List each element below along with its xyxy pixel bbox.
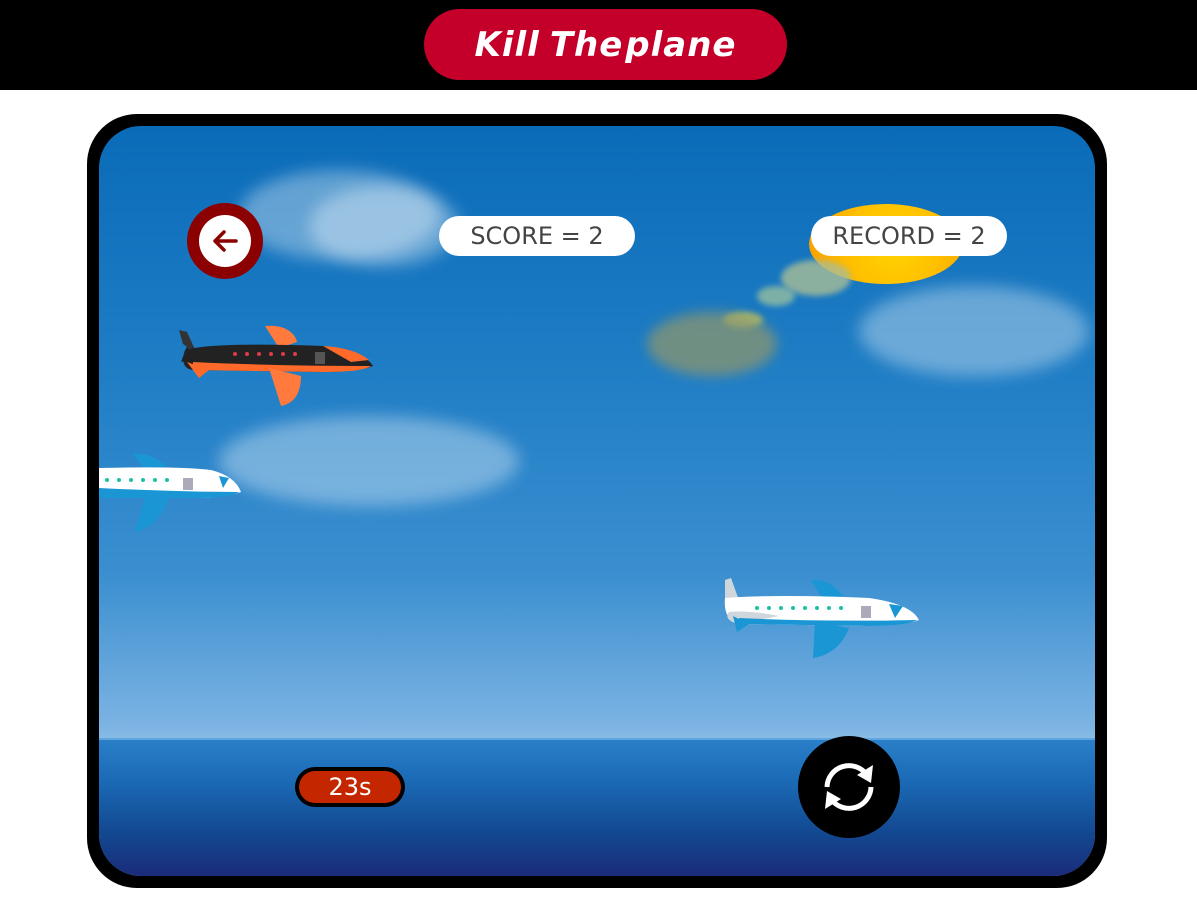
sea — [99, 740, 1095, 876]
top-bar: Kill The plane — [0, 0, 1197, 90]
cloud — [859, 286, 1089, 376]
cloud — [219, 416, 519, 506]
cloud — [309, 186, 459, 266]
logo-text: Kill The plane — [424, 9, 787, 80]
cloud-puff — [757, 286, 795, 306]
record-display: RECORD = 2 — [811, 216, 1007, 256]
back-button[interactable] — [187, 203, 263, 279]
orange-black-plane[interactable] — [173, 322, 378, 408]
logo-word-the: The — [549, 24, 624, 65]
blue-white-plane[interactable] — [719, 576, 924, 662]
refresh-icon — [824, 763, 874, 811]
reload-button[interactable] — [798, 736, 900, 838]
logo-word-plane: plane — [625, 24, 737, 65]
arrow-left-icon — [213, 230, 238, 252]
timer-text: 23s — [299, 771, 401, 803]
cloud-puff — [647, 312, 777, 376]
timer-badge: 23s — [295, 767, 405, 807]
back-button-face[interactable] — [199, 215, 251, 267]
game-logo: Kill The plane — [424, 9, 787, 80]
game-canvas[interactable]: SCORE = 2 RECORD = 2 23s — [99, 126, 1095, 876]
score-display: SCORE = 2 — [439, 216, 635, 256]
blue-white-plane[interactable] — [99, 448, 244, 534]
logo-word-kill: Kill — [474, 24, 540, 65]
